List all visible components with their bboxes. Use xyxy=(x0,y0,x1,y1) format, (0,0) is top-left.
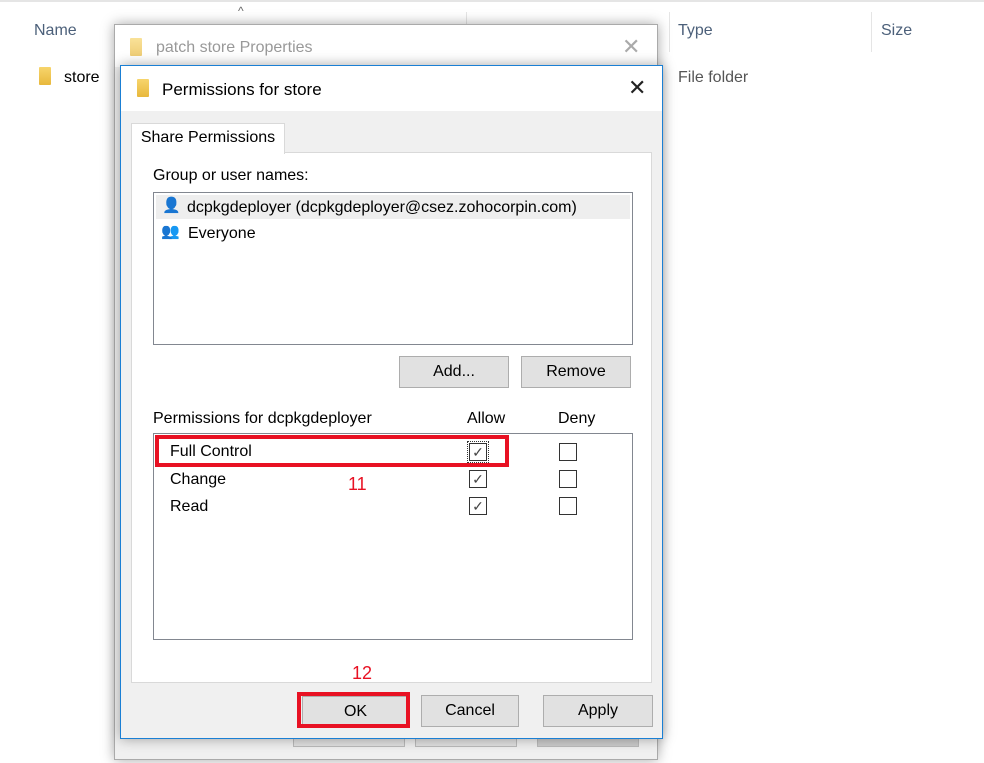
permission-name: Read xyxy=(170,498,209,515)
permissions-dialog: Permissions for store ✕ Share Permission… xyxy=(120,65,663,739)
tab-panel: Group or user names: 👤 dcpkgdeployer (dc… xyxy=(131,152,652,683)
column-divider[interactable] xyxy=(871,12,872,52)
tab-share-permissions[interactable]: Share Permissions xyxy=(131,123,285,154)
apply-button[interactable]: Apply xyxy=(543,695,653,727)
column-header-size[interactable]: Size xyxy=(881,22,912,40)
column-header-type[interactable]: Type xyxy=(678,22,713,40)
allow-change-checkbox[interactable]: ✓ xyxy=(469,470,487,488)
folder-icon xyxy=(137,79,149,97)
file-type: File folder xyxy=(678,69,749,86)
close-icon[interactable]: ✕ xyxy=(628,75,646,101)
file-name[interactable]: store xyxy=(64,69,100,87)
user-list[interactable]: 👤 dcpkgdeployer (dcpkgdeployer@csez.zoho… xyxy=(153,192,633,345)
permissions-label: Permissions for dcpkgdeployer xyxy=(153,410,372,427)
allow-header: Allow xyxy=(467,410,506,427)
add-button[interactable]: Add... xyxy=(399,356,509,388)
dialog-title: patch store Properties xyxy=(156,39,313,56)
caret-up-icon: ^ xyxy=(238,4,244,18)
dialog-title: Permissions for store xyxy=(162,80,322,99)
deny-header: Deny xyxy=(558,410,596,427)
users-group-icon: 👥 xyxy=(161,223,180,240)
deny-read-checkbox[interactable] xyxy=(559,497,577,515)
group-label: Group or user names: xyxy=(153,167,309,184)
step-label: 11 xyxy=(348,474,367,494)
user-item[interactable]: Everyone xyxy=(188,225,256,243)
cancel-button[interactable]: Cancel xyxy=(421,695,519,727)
deny-change-checkbox[interactable] xyxy=(559,470,577,488)
close-icon[interactable]: ✕ xyxy=(622,34,640,60)
folder-icon xyxy=(130,38,142,56)
top-border xyxy=(0,0,984,2)
allow-read-checkbox[interactable]: ✓ xyxy=(469,497,487,515)
folder-icon xyxy=(39,67,51,85)
column-divider[interactable] xyxy=(669,12,670,52)
highlight-ok-button xyxy=(297,692,410,728)
step-label: 12 xyxy=(352,663,373,683)
remove-button[interactable]: Remove xyxy=(521,356,631,388)
highlight-full-control xyxy=(155,435,509,467)
user-item[interactable]: dcpkgdeployer (dcpkgdeployer@csez.zohoco… xyxy=(187,199,577,217)
deny-full-control-checkbox[interactable] xyxy=(559,443,577,461)
permission-name: Change xyxy=(170,471,227,488)
user-icon: 👤 xyxy=(162,197,181,214)
column-header-name[interactable]: Name xyxy=(34,22,77,40)
